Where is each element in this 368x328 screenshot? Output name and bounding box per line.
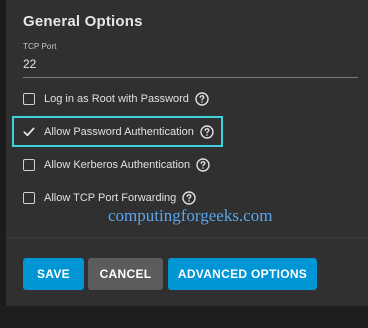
footer-divider <box>6 237 368 238</box>
cancel-button[interactable]: CANCEL <box>88 258 163 290</box>
tcp-port-underline <box>23 77 358 78</box>
tcp-port-input[interactable]: 22 <box>23 57 358 72</box>
option-kerberos-auth-label: Allow Kerberos Authentication <box>44 159 191 171</box>
dialog-title: General Options <box>23 13 143 30</box>
option-root-login-label: Log in as Root with Password <box>44 93 189 105</box>
watermark-text: computingforgeeks.com <box>108 206 273 225</box>
page-background-strip <box>0 306 368 328</box>
checkbox-root-login[interactable] <box>23 93 35 105</box>
tcp-port-label: TCP Port <box>23 42 57 51</box>
advanced-options-button[interactable]: ADVANCED OPTIONS <box>168 258 317 290</box>
help-icon[interactable] <box>195 92 209 106</box>
checkbox-kerberos-auth[interactable] <box>23 159 35 171</box>
option-root-login[interactable]: Log in as Root with Password <box>23 89 209 109</box>
save-button[interactable]: SAVE <box>23 258 84 290</box>
help-icon[interactable] <box>196 158 210 172</box>
option-tcp-forwarding[interactable]: Allow TCP Port Forwarding <box>23 188 196 208</box>
option-kerberos-auth[interactable]: Allow Kerberos Authentication <box>23 155 210 175</box>
help-icon[interactable] <box>182 191 196 205</box>
option-tcp-forwarding-label: Allow TCP Port Forwarding <box>44 192 177 204</box>
checkbox-tcp-forwarding[interactable] <box>23 192 35 204</box>
highlight-annotation-box <box>12 116 223 147</box>
tcp-port-field[interactable]: TCP Port 22 <box>23 42 358 78</box>
